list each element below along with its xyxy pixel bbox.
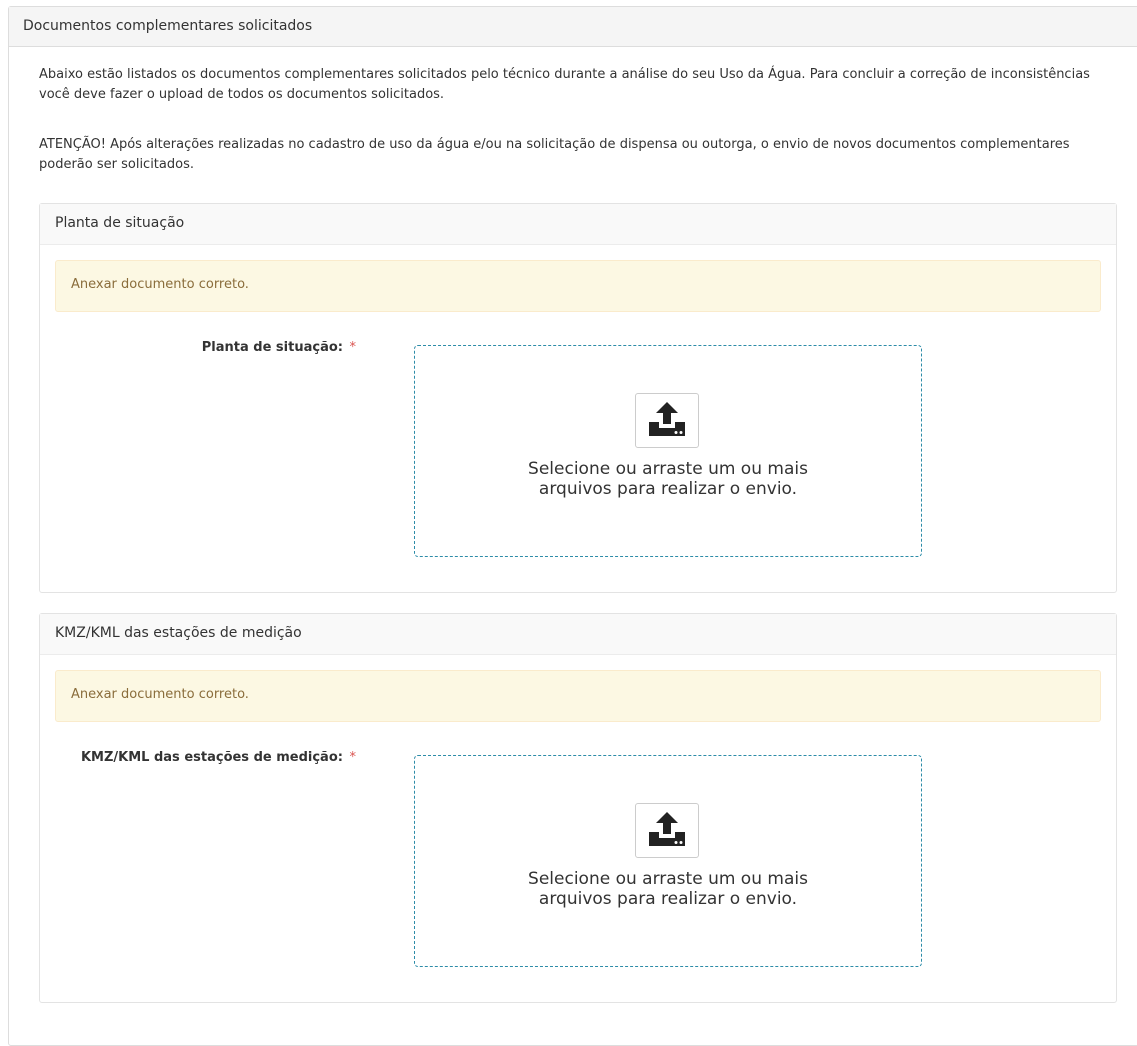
upload-button[interactable] — [635, 803, 699, 858]
file-dropzone[interactable]: Selecione ou arraste um ou mais arquivos… — [414, 755, 922, 967]
document-panel-kmz: KMZ/KML das estações de medição Anexar d… — [39, 613, 1117, 1003]
document-title: Planta de situação — [40, 204, 1116, 245]
dropzone-line-1: Selecione ou arraste um ou mais — [528, 869, 808, 889]
document-panel-planta: Planta de situação Anexar documento corr… — [39, 203, 1117, 593]
field-label: Planta de situação: * — [202, 340, 356, 355]
upload-icon — [647, 810, 687, 852]
field-label-text: KMZ/KML das estações de medição: — [80, 750, 343, 765]
dropzone-line-1: Selecione ou arraste um ou mais — [528, 459, 808, 479]
panel-title: Documentos complementares solicitados — [9, 7, 1137, 47]
dropzone-text: Selecione ou arraste um ou mais arquivos… — [415, 459, 921, 499]
required-marker: * — [349, 340, 357, 355]
intro-text: Abaixo estão listados os documentos comp… — [39, 67, 1090, 102]
file-dropzone[interactable]: Selecione ou arraste um ou mais arquivos… — [414, 345, 922, 557]
alert-message: Anexar documento correto. — [55, 670, 1101, 722]
documents-panel: Documentos complementares solicitados Ab… — [8, 6, 1137, 1046]
required-marker: * — [349, 750, 357, 765]
field-label: KMZ/KML das estações de medição: * — [81, 750, 356, 765]
warning-text: ATENÇÃO! Após alterações realizadas no c… — [39, 137, 1070, 172]
alert-message: Anexar documento correto. — [55, 260, 1101, 312]
upload-button[interactable] — [635, 393, 699, 448]
dropzone-text: Selecione ou arraste um ou mais arquivos… — [415, 869, 921, 909]
dropzone-line-2: arquivos para realizar o envio. — [538, 479, 798, 499]
upload-icon — [647, 400, 687, 442]
document-title: KMZ/KML das estações de medição — [40, 614, 1116, 655]
dropzone-line-2: arquivos para realizar o envio. — [538, 889, 798, 909]
field-label-text: Planta de situação: — [201, 340, 343, 355]
